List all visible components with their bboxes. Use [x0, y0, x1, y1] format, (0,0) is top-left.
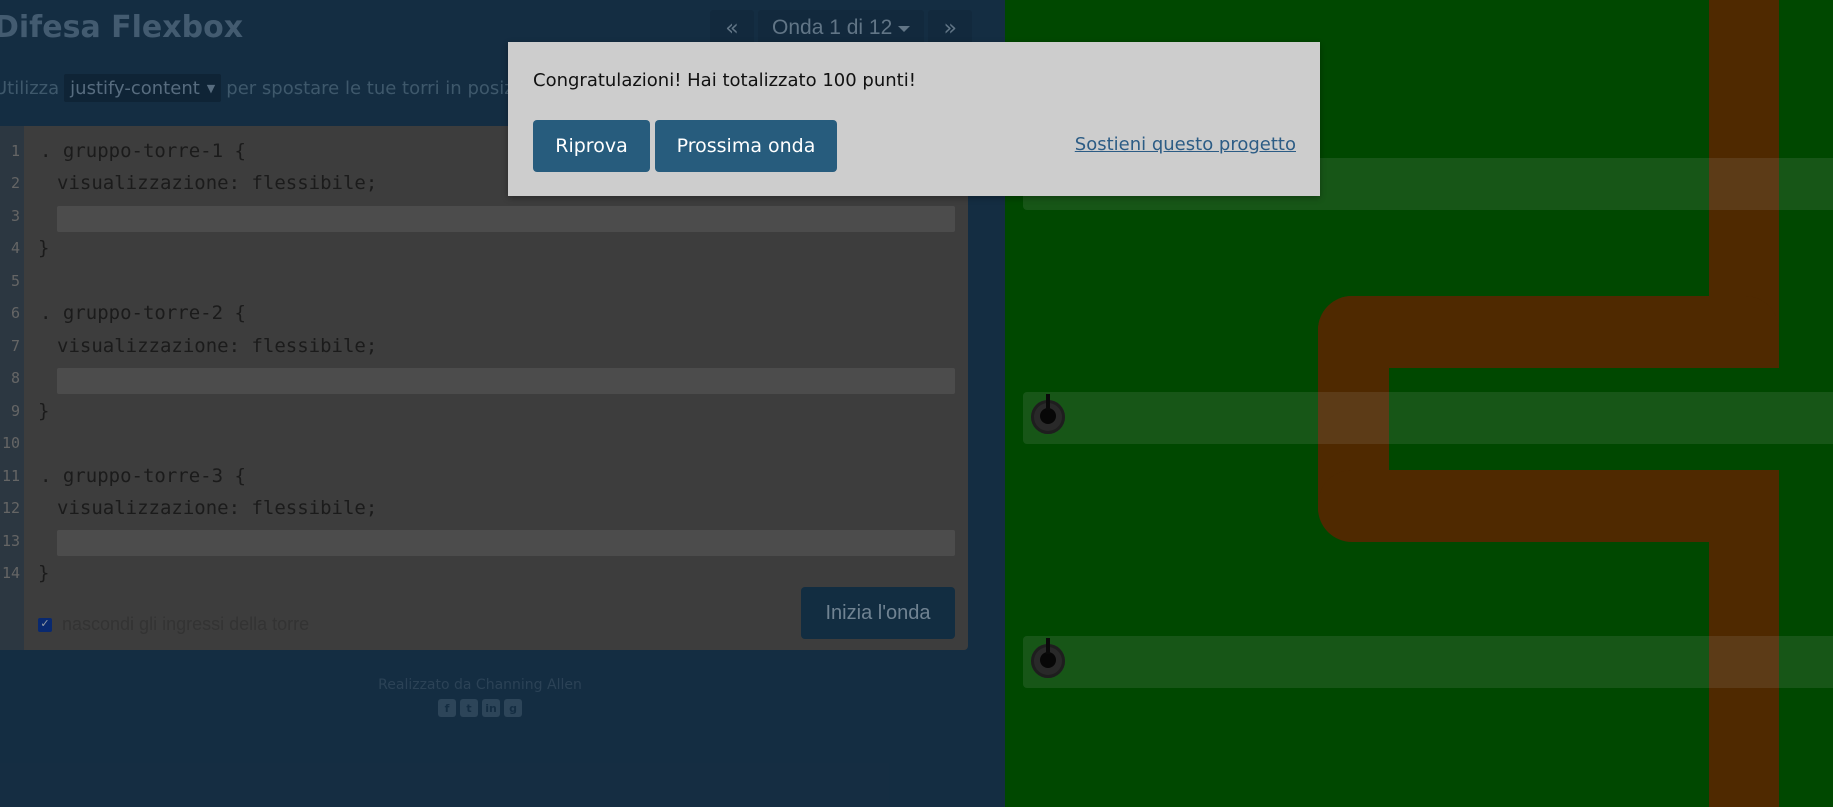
result-modal: Congratulazioni! Hai totalizzato 100 pun… — [508, 42, 1320, 196]
next-wave-modal-button[interactable]: Prossima onda — [655, 120, 837, 172]
result-message: Congratulazioni! Hai totalizzato 100 pun… — [533, 70, 916, 91]
retry-button[interactable]: Riprova — [533, 120, 650, 172]
support-project-link[interactable]: Sostieni questo progetto — [1075, 134, 1296, 155]
